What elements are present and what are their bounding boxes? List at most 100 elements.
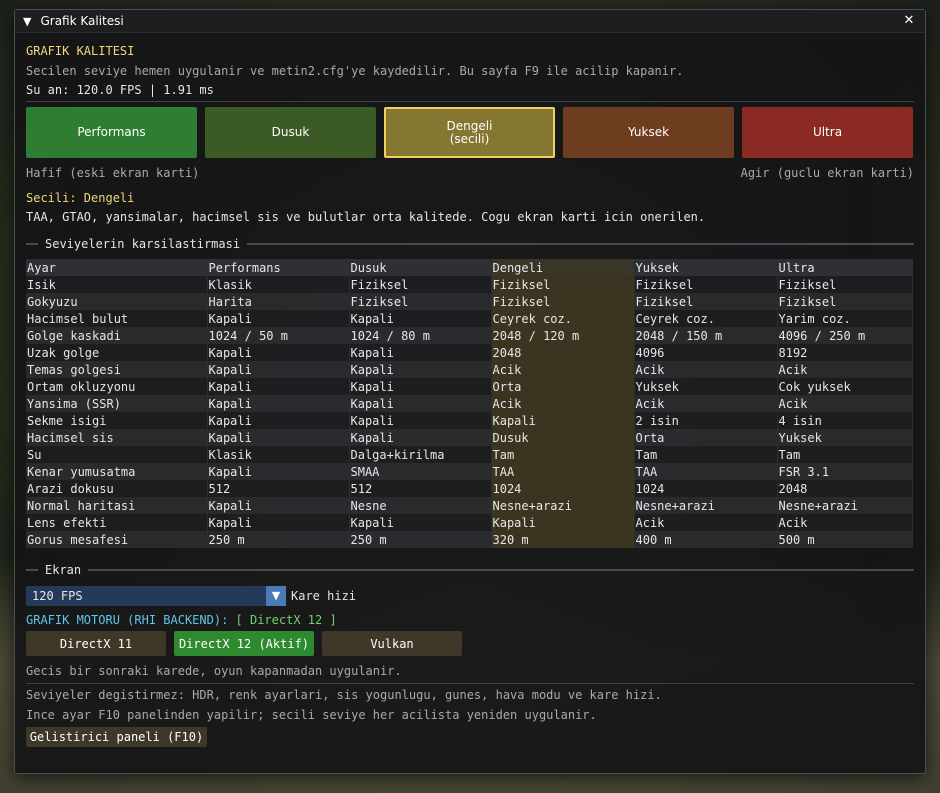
setting-value-cell: Nesne+arazi (491, 497, 635, 514)
setting-name-cell: Gorus mesafesi (26, 531, 208, 548)
button-label: DirectX 12 (Aktif) (178, 636, 310, 651)
setting-value-cell: Harita (207, 293, 350, 310)
divider (26, 101, 914, 102)
button-label: Gelistirici paneli (F10) (29, 730, 204, 744)
setting-name-cell: Golge kaskadi (26, 327, 208, 344)
divider (88, 569, 914, 571)
fps-limit-value: 120 FPS (32, 589, 83, 603)
collapse-arrow-icon[interactable]: ▼ (23, 15, 31, 28)
setting-value-cell: 4096 / 250 m (777, 327, 913, 344)
setting-name-cell: Su (26, 446, 208, 463)
setting-value-cell: Acik (634, 361, 778, 378)
setting-value-cell: Nesne (349, 497, 492, 514)
table-row: Temas golgesi Kapali Kapali Acik Acik Acik (26, 361, 913, 378)
setting-value-cell: Fiziksel (349, 276, 492, 293)
setting-value-cell: FSR 3.1 (777, 463, 913, 480)
setting-value-cell: Fiziksel (634, 293, 778, 310)
table-row: Gorus mesafesi 250 m 250 m 320 m 400 m 500 m (26, 531, 913, 548)
fps-readout: Su an: 120.0 FPS | 1.91 ms (26, 83, 214, 97)
table-row: Golge kaskadi 1024 / 50 m 1024 / 80 m 2048 … (26, 327, 913, 344)
chevron-down-icon[interactable]: ▼ (266, 586, 286, 606)
preset-hint-heavy: Agir (guclu ekran karti) (740, 166, 914, 180)
backend-label: GRAFIK MOTORU (RHI BACKEND): (26, 613, 229, 627)
setting-value-cell: Nesne+arazi (777, 497, 913, 514)
setting-value-cell: 2048 / 150 m (634, 327, 778, 344)
divider (26, 569, 38, 571)
setting-value-cell: 500 m (777, 531, 913, 548)
preset-hint-light: Hafif (eski ekran karti) (26, 166, 200, 180)
setting-name-cell: Gokyuzu (26, 293, 208, 310)
setting-value-cell: Fiziksel (349, 293, 492, 310)
setting-value-cell: Fiziksel (777, 276, 913, 293)
setting-value-cell: Acik (777, 514, 913, 531)
setting-value-cell: 250 m (207, 531, 350, 548)
selected-preset-description: TAA, GTAO, yansimalar, hacimsel sis ve b… (26, 210, 706, 224)
preset-button-dengeli[interactable]: Dengeli (secili) (384, 107, 555, 158)
table-row: Su Klasik Dalga+kirilma Tam Tam Tam (26, 446, 913, 463)
preset-button-ultra[interactable]: Ultra (742, 107, 913, 158)
setting-name-cell: Temas golgesi (26, 361, 208, 378)
setting-value-cell: 512 (207, 480, 350, 497)
backend-button-vulkan[interactable]: Vulkan (322, 631, 462, 656)
fine-tune-note: Ince ayar F10 panelinden yapilir; secili… (26, 708, 597, 722)
fps-limit-dropdown[interactable]: 120 FPS ▼ (26, 586, 286, 606)
button-label: DirectX 11 (59, 636, 133, 651)
setting-value-cell: Acik (777, 361, 913, 378)
backend-button-dx11[interactable]: DirectX 11 (26, 631, 166, 656)
setting-value-cell: Tam (634, 446, 778, 463)
divider (247, 243, 914, 245)
table-row: Isik Klasik Fiziksel Fiziksel Fiziksel Fiziks… (26, 276, 913, 293)
column-header: Ultra (777, 259, 913, 276)
section-heading: GRAFIK KALITESI (26, 44, 135, 58)
setting-name-cell: Sekme isigi (26, 412, 208, 429)
setting-value-cell: Ceyrek coz. (634, 310, 778, 327)
setting-value-cell: Kapali (207, 429, 350, 446)
setting-value-cell: Nesne+arazi (634, 497, 778, 514)
preset-button-dusuk[interactable]: Dusuk (205, 107, 376, 158)
setting-value-cell: Klasik (207, 276, 350, 293)
preset-label: Performans (77, 125, 146, 139)
setting-value-cell: Acik (491, 361, 635, 378)
setting-value-cell: Kapali (207, 463, 350, 480)
preset-button-performans[interactable]: Performans (26, 107, 197, 158)
setting-value-cell: Kapali (349, 429, 492, 446)
setting-name-cell: Hacimsel sis (26, 429, 208, 446)
setting-value-cell: 1024 (491, 480, 635, 497)
setting-value-cell: Kapali (207, 378, 350, 395)
setting-value-cell: 250 m (349, 531, 492, 548)
backend-note: Gecis bir sonraki karede, oyun kapanmada… (26, 664, 402, 678)
setting-value-cell: Kapali (491, 412, 635, 429)
setting-value-cell: Kapali (349, 361, 492, 378)
fps-limit-label: Kare hizi (291, 589, 357, 603)
setting-name-cell: Arazi dokusu (26, 480, 208, 497)
table-header-row: Ayar Performans Dusuk Dengeli Yuksek Ultra (26, 259, 913, 276)
preset-scope-note: Seviyeler degistirmez: HDR, renk ayarlar… (26, 688, 662, 702)
setting-value-cell: Kapali (207, 310, 350, 327)
table-row: Kenar yumusatma Kapali SMAA TAA TAA FSR 3.1 (26, 463, 913, 480)
comparison-table: Ayar Performans Dusuk Dengeli Yuksek Ultra Is… (26, 259, 913, 548)
preset-button-yuksek[interactable]: Yuksek (563, 107, 734, 158)
setting-value-cell: Cok yuksek (777, 378, 913, 395)
setting-value-cell: 4096 (634, 344, 778, 361)
close-icon[interactable]: ✕ (901, 13, 917, 29)
setting-value-cell: 2048 / 120 m (491, 327, 635, 344)
preset-label: Ultra (812, 125, 843, 139)
setting-name-cell: Kenar yumusatma (26, 463, 208, 480)
comparison-section-label: Seviyelerin karsilastirmasi (45, 237, 241, 251)
table-row: Hacimsel sis Kapali Kapali Dusuk Orta Yuksek (26, 429, 913, 446)
button-label: Vulkan (370, 636, 414, 651)
window-titlebar[interactable]: ▼ Grafik Kalitesi ✕ (15, 10, 925, 33)
backend-button-dx12[interactable]: DirectX 12 (Aktif) (174, 631, 314, 656)
setting-value-cell: 4 isin (777, 412, 913, 429)
developer-panel-button[interactable]: Gelistirici paneli (F10) (26, 727, 207, 747)
setting-value-cell: Kapali (207, 361, 350, 378)
setting-value-cell: Dusuk (491, 429, 635, 446)
setting-value-cell: Kapali (491, 514, 635, 531)
setting-name-cell: Hacimsel bulut (26, 310, 208, 327)
setting-value-cell: Fiziksel (491, 276, 635, 293)
setting-name-cell: Normal haritasi (26, 497, 208, 514)
setting-value-cell: Orta (491, 378, 635, 395)
setting-value-cell: Kapali (349, 395, 492, 412)
screen-section-label: Ekran (45, 563, 82, 577)
divider (26, 243, 38, 245)
